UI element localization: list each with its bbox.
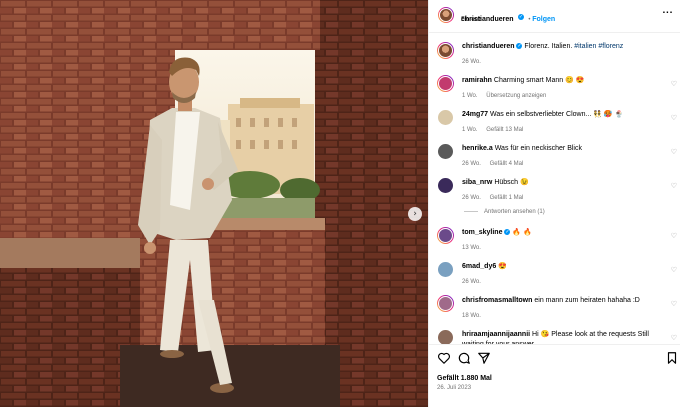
comment-icon[interactable] [457, 351, 471, 365]
comment-text: 6mad_dy6 😍 [462, 262, 667, 272]
comment-username[interactable]: chrisfromasmalltown [462, 297, 532, 304]
comment-item: siba_nrw Hübsch 😉 26 Wo. Gefällt 1 Mal ♡… [429, 174, 680, 222]
comment-item: tom_skyline ✓ 🔥 🔥 13 Wo. ♡ [429, 224, 680, 256]
follow-button[interactable]: Folgen [532, 16, 555, 23]
caption-username[interactable]: christiandueren [462, 43, 515, 50]
comment-avatar[interactable] [437, 143, 454, 160]
comment-text: tom_skyline ✓ 🔥 🔥 [462, 228, 667, 238]
comment-username[interactable]: 24mg77 [462, 111, 488, 118]
comment-text: hriraamjaannijaannii Hi 😘 Please look at… [462, 330, 667, 344]
comment-item: ramirahn Charming smart Mann 😊 😍 1 Wo. Ü… [429, 72, 680, 104]
comment-age: 18 Wo. [462, 313, 481, 319]
heart-icon[interactable]: ♡ [671, 300, 677, 308]
verified-icon: ✓ [504, 229, 511, 236]
comment-text: 24mg77 Was ein selbstverliebter Clown...… [462, 110, 667, 120]
comment-avatar[interactable] [437, 329, 454, 344]
comment-item: hriraamjaannijaannii Hi 😘 Please look at… [429, 326, 680, 344]
caption-body: Florenz. Italien. [524, 43, 573, 50]
comment-meta: 1 Wo. Übersetzung anzeigen [462, 93, 553, 99]
heart-icon[interactable]: ♡ [671, 182, 677, 190]
caption: christiandueren ✓ Florenz. Italien. #ita… [429, 38, 680, 68]
comment-avatar[interactable] [437, 109, 454, 126]
comment-body: ein mann zum heiraten hahaha :D [534, 297, 640, 304]
comment-username[interactable]: siba_nrw [462, 179, 492, 186]
caption-text: christiandueren ✓ Florenz. Italien. #ita… [462, 42, 667, 52]
comment-username[interactable]: ramirahn [462, 77, 492, 84]
verified-icon: ✓ [517, 13, 524, 20]
comment-body: 😍 [498, 263, 507, 270]
next-image-button[interactable]: › [408, 207, 422, 221]
post-actions: Gefällt 1.880 Mal 26. Juli 2023 [429, 344, 680, 407]
post-photo[interactable]: › [0, 0, 428, 407]
comment-meta: 1 Wo. Gefällt 13 Mal [462, 127, 530, 133]
comment-age: 26 Wo. [462, 161, 481, 167]
post-header: christiandueren ✓ • Folgen Florenz ··· [429, 0, 680, 33]
comment-avatar[interactable] [437, 227, 454, 244]
comment-age: 1 Wo. [462, 93, 478, 99]
comment-avatar[interactable] [437, 177, 454, 194]
view-replies-button[interactable]: Antworten ansehen (1) [464, 209, 545, 215]
comment-text: henrike.a Was für ein neckischer Blick [462, 144, 667, 154]
comment-body: Was ein selbstverliebter Clown... 👯 🥵 🍨 [490, 111, 624, 118]
comment-meta: 13 Wo. [462, 245, 488, 251]
comment-body: 🔥 🔥 [512, 229, 532, 236]
comment-item: 6mad_dy6 😍 26 Wo. ♡ [429, 258, 680, 290]
photo-illustration [0, 0, 428, 407]
translate-link[interactable]: Übersetzung anzeigen [486, 93, 546, 99]
share-icon[interactable] [477, 351, 491, 365]
comment-meta: 26 Wo. Gefällt 4 Mal [462, 161, 530, 167]
verified-icon: ✓ [516, 43, 523, 50]
heart-icon[interactable]: ♡ [671, 148, 677, 156]
post-side-panel: christiandueren ✓ • Folgen Florenz ··· c… [428, 0, 680, 407]
comment-age: 26 Wo. [462, 195, 481, 201]
comment-likes[interactable]: Gefällt 13 Mal [486, 127, 523, 133]
chevron-right-icon: › [413, 208, 417, 219]
comment-meta: 26 Wo. Gefällt 1 Mal [462, 195, 530, 201]
comment-body: Charming smart Mann 😊 😍 [493, 77, 585, 84]
comment-likes[interactable]: Gefällt 1 Mal [490, 195, 524, 201]
comment-item: chrisfromasmalltown ein mann zum heirate… [429, 292, 680, 324]
heart-icon[interactable]: ♡ [671, 232, 677, 240]
comment-username[interactable]: hriraamjaannijaannii [462, 331, 530, 338]
heart-icon[interactable]: ♡ [671, 266, 677, 274]
comment-text: siba_nrw Hübsch 😉 [462, 178, 667, 188]
caption-meta: 26 Wo. [462, 59, 488, 65]
comment-avatar[interactable] [437, 295, 454, 312]
comment-age: 13 Wo. [462, 245, 481, 251]
comment-meta: 26 Wo. [462, 279, 488, 285]
comment-meta: 18 Wo. [462, 313, 488, 319]
comment-text: ramirahn Charming smart Mann 😊 😍 [462, 76, 667, 86]
comment-body: Was für ein neckischer Blick [494, 145, 582, 152]
caption-hashtags[interactable]: #italien #florenz [574, 43, 623, 50]
comment-likes[interactable]: Gefällt 4 Mal [490, 161, 524, 167]
post-date: 26. Juli 2023 [437, 385, 472, 391]
heart-icon[interactable]: ♡ [671, 334, 677, 342]
more-horizontal-icon[interactable]: ··· [662, 8, 673, 17]
comment-username[interactable]: henrike.a [462, 145, 493, 152]
comment-age: 26 Wo. [462, 279, 481, 285]
author-avatar[interactable] [437, 42, 454, 59]
heart-icon[interactable] [437, 351, 451, 365]
bookmark-icon[interactable] [665, 351, 679, 365]
comment-username[interactable]: 6mad_dy6 [462, 263, 496, 270]
comments-list[interactable]: christiandueren ✓ Florenz. Italien. #ita… [429, 34, 680, 344]
comment-item: henrike.a Was für ein neckischer Blick 2… [429, 140, 680, 172]
comment-avatar[interactable] [437, 75, 454, 92]
comment-item: 24mg77 Was ein selbstverliebter Clown...… [429, 106, 680, 138]
likes-count[interactable]: Gefällt 1.880 Mal [437, 375, 492, 382]
view-replies-label: Antworten ansehen (1) [484, 209, 545, 215]
comment-avatar[interactable] [437, 261, 454, 278]
comment-body: Hübsch 😉 [494, 179, 529, 186]
comment-username[interactable]: tom_skyline [462, 229, 502, 236]
comment-age: 1 Wo. [462, 127, 478, 133]
post-location[interactable]: Florenz [461, 17, 481, 23]
heart-icon[interactable]: ♡ [671, 80, 677, 88]
heart-icon[interactable]: ♡ [671, 114, 677, 122]
caption-age: 26 Wo. [462, 59, 481, 65]
author-avatar[interactable] [438, 7, 454, 23]
comment-text: chrisfromasmalltown ein mann zum heirate… [462, 296, 667, 306]
